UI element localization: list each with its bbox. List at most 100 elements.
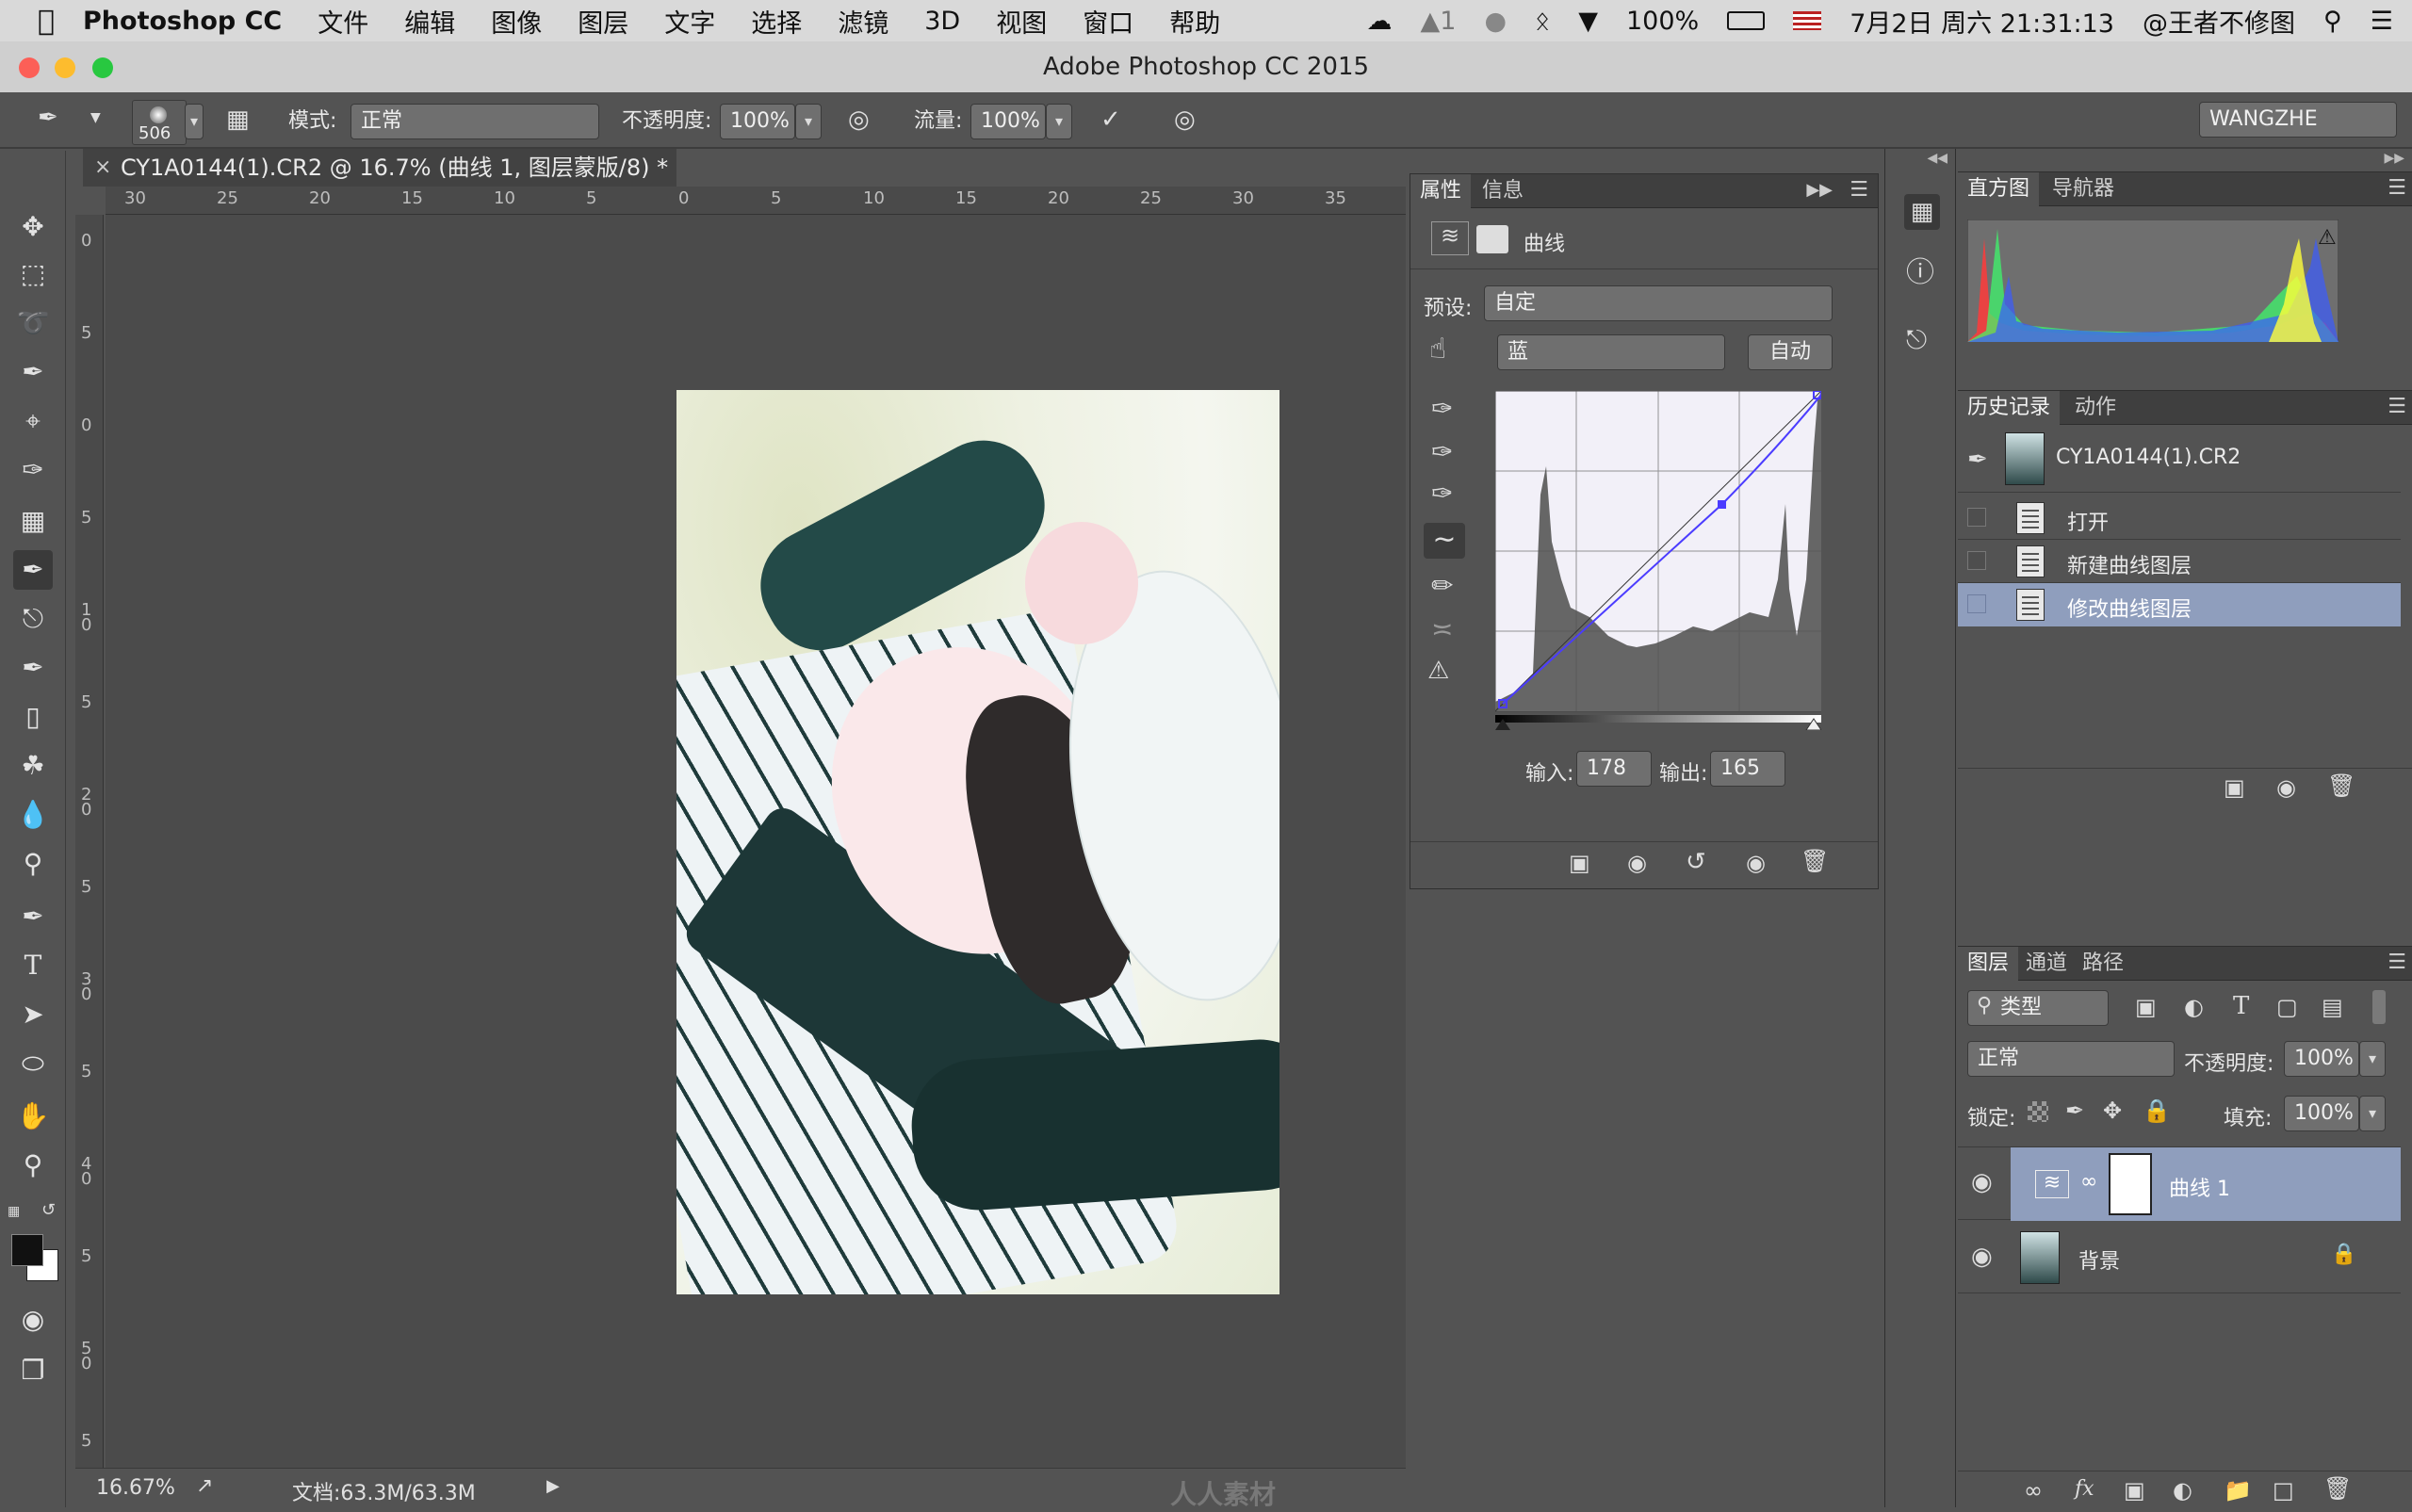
mode-select[interactable]: 正常 <box>350 104 599 139</box>
eraser-tool-icon[interactable]: ▯ <box>13 697 53 737</box>
layer-row-curves[interactable]: ◉ ≋ ∞ 曲线 1 <box>1958 1146 2401 1221</box>
zoom-tool-icon[interactable]: ⚲ <box>13 1146 53 1185</box>
quick-select-tool-icon[interactable]: ✒ <box>13 352 53 392</box>
tab-histogram[interactable]: 直方图 <box>1958 172 2040 206</box>
pencil-curve-icon[interactable]: ✏ <box>1431 570 1453 601</box>
export-icon[interactable]: ↗ <box>196 1474 213 1498</box>
layer-name[interactable]: 曲线 1 <box>2169 1172 2230 1202</box>
tab-properties[interactable]: 属性 <box>1410 174 1472 208</box>
visibility-eye-icon[interactable]: ◉ <box>1971 1243 1993 1271</box>
close-tab-icon[interactable]: × <box>94 149 111 187</box>
zoom-window-button[interactable] <box>92 57 113 78</box>
document-tab[interactable]: × CY1A0144(1).CR2 @ 16.7% (曲线 1, 图层蒙版/8)… <box>83 149 676 187</box>
menu-layer[interactable]: 图层 <box>578 3 628 40</box>
flag-icon[interactable] <box>1793 11 1822 30</box>
ruler-vertical[interactable]: 0 5 0 5 1 0 5 2 0 5 3 0 5 4 0 5 5 0 5 <box>75 215 104 1468</box>
tab-navigator[interactable]: 导航器 <box>2043 172 2124 206</box>
info-panel-icon[interactable]: ⓘ <box>1906 249 1934 290</box>
clone-stamp-tool-icon[interactable]: ⎋ <box>13 599 53 639</box>
menu-file[interactable]: 文件 <box>318 3 368 40</box>
menu-window[interactable]: 窗口 <box>1083 3 1133 40</box>
history-source-checkbox[interactable] <box>1967 551 1986 570</box>
view-previous-state-icon[interactable]: ◉ <box>1627 850 1647 876</box>
clone-source-panel-icon[interactable]: ⎋ <box>1906 324 1927 356</box>
tab-channels[interactable]: 通道 <box>2016 947 2077 981</box>
ruler-horizontal[interactable]: 30 25 20 15 10 5 0 5 10 15 20 25 30 35 <box>106 187 1406 215</box>
filter-shape-icon[interactable]: ▢ <box>2276 994 2298 1020</box>
blend-mode-select[interactable]: 正常 <box>1967 1041 2175 1077</box>
brush-size-dropdown[interactable]: ▾ <box>185 104 204 139</box>
wifi-icon[interactable]: ▼ <box>1578 7 1598 36</box>
menu-app-name[interactable]: Photoshop CC <box>83 7 282 36</box>
lock-position-icon[interactable]: ✥ <box>2103 1097 2122 1124</box>
creative-cloud-icon[interactable]: ☁ <box>1367 7 1393 36</box>
tab-layers[interactable]: 图层 <box>1958 947 2019 981</box>
preset-select[interactable]: 自定 <box>1484 285 1833 321</box>
history-step-selected[interactable]: 修改曲线图层 <box>1958 583 2401 626</box>
auto-button[interactable]: 自动 <box>1748 334 1833 370</box>
bluetooth-icon[interactable]: ᛟ <box>1535 7 1550 36</box>
search-icon[interactable]: ⚲ <box>2323 7 2342 36</box>
opacity-input[interactable]: 100% <box>720 104 795 139</box>
layer-opacity-dropdown[interactable]: ▾ <box>2359 1041 2386 1077</box>
new-adjustment-layer-icon[interactable]: ◐ <box>2173 1477 2192 1504</box>
delete-layer-icon[interactable]: 🗑 <box>2323 1475 2352 1502</box>
blur-tool-icon[interactable]: 💧 <box>13 795 53 835</box>
collapse-dock-icon[interactable]: ◀◀ <box>1927 151 1948 166</box>
layer-row-background[interactable]: ◉ 背景 🔒 <box>1958 1222 2401 1293</box>
visibility-eye-icon[interactable]: ◉ <box>1971 1168 1993 1196</box>
foreground-color-swatch[interactable] <box>11 1234 43 1266</box>
swap-colors-icon[interactable]: ↺ <box>41 1200 56 1220</box>
menu-image[interactable]: 图像 <box>491 3 542 40</box>
default-colors-icon[interactable]: ▦ <box>8 1204 20 1219</box>
bell-icon[interactable]: ● <box>1484 7 1507 36</box>
new-document-from-state-icon[interactable]: ▣ <box>2224 774 2245 801</box>
delete-adjustment-icon[interactable]: 🗑 <box>1801 848 1829 874</box>
chevron-down-icon[interactable]: ▼ <box>90 111 101 124</box>
adobe-icon[interactable]: ▲1 <box>1421 7 1457 36</box>
tab-paths[interactable]: 路径 <box>2073 947 2133 981</box>
list-icon[interactable]: ☰ <box>2371 7 2393 36</box>
add-mask-icon[interactable]: ▣ <box>2124 1477 2145 1504</box>
panel-menu-icon[interactable]: ☰ <box>2388 951 2406 974</box>
zoom-level[interactable]: 16.67% <box>96 1476 175 1500</box>
history-step[interactable]: 打开 <box>1958 496 2401 540</box>
paint-bucket-tool-icon[interactable]: ☘ <box>13 746 53 786</box>
eyedropper-gray-icon[interactable]: ✑ <box>1431 436 1453 467</box>
lock-pixels-icon[interactable]: ✒ <box>2065 1097 2084 1124</box>
link-icon[interactable]: ∞ <box>2080 1170 2097 1194</box>
link-layers-icon[interactable]: ∞ <box>2024 1477 2043 1504</box>
status-menu-arrow-icon[interactable]: ▶ <box>546 1476 560 1496</box>
minimize-window-button[interactable] <box>55 57 75 78</box>
histogram-warning-icon[interactable]: ⚠ <box>2318 226 2337 250</box>
new-group-icon[interactable]: 📁 <box>2224 1477 2252 1504</box>
move-tool-icon[interactable]: ✥ <box>13 207 53 247</box>
crop-tool-icon[interactable]: ⌖ <box>13 401 53 441</box>
input-field[interactable]: 178 <box>1576 751 1652 787</box>
expand-dock-icon[interactable]: ▶▶ <box>2384 151 2404 166</box>
healing-brush-tool-icon[interactable]: ▦ <box>13 501 53 541</box>
screen-mode-icon[interactable]: ❐ <box>13 1351 53 1390</box>
marquee-tool-icon[interactable]: ⬚ <box>13 254 53 294</box>
curve-points-icon[interactable]: ∼ <box>1424 523 1465 559</box>
filter-smart-object-icon[interactable]: ▤ <box>2322 994 2343 1020</box>
document-size[interactable]: 文档:63.3M/63.3M <box>292 1476 476 1506</box>
reset-adjustments-icon[interactable]: ↺ <box>1686 848 1706 876</box>
menu-type[interactable]: 文字 <box>664 3 715 40</box>
menu-help[interactable]: 帮助 <box>1169 3 1220 40</box>
close-window-button[interactable] <box>19 57 40 78</box>
dodge-tool-icon[interactable]: ⚲ <box>13 844 53 884</box>
clipping-warning-icon[interactable]: ⚠ <box>1427 657 1449 685</box>
menu-filter[interactable]: 滤镜 <box>838 3 888 40</box>
menu-view[interactable]: 视图 <box>996 3 1047 40</box>
history-source-checkbox[interactable] <box>1967 594 1986 613</box>
brush-size-picker[interactable]: 506 <box>132 100 187 145</box>
panel-menu-icon[interactable]: ☰ <box>2388 395 2406 418</box>
layer-opacity-input[interactable]: 100% <box>2284 1041 2359 1077</box>
mask-icon[interactable] <box>1476 225 1508 253</box>
target-adjust-hand-icon[interactable]: ☝ <box>1429 333 1446 366</box>
filter-type-icon[interactable]: T <box>2233 992 2249 1020</box>
eyedropper-black-icon[interactable]: ✑ <box>1431 393 1453 424</box>
filter-adjustment-icon[interactable]: ◐ <box>2184 994 2204 1020</box>
collapse-panel-icon[interactable]: ▶▶ <box>1806 180 1833 200</box>
